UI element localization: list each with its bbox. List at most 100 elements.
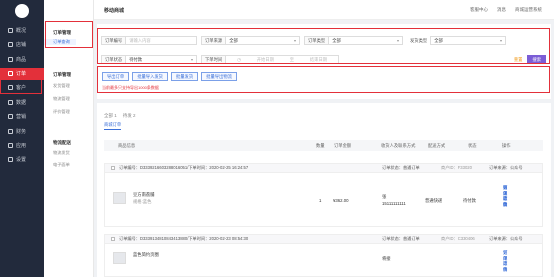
sidebar-item-data[interactable]: 数据 [0,96,44,108]
reset-button[interactable]: 重置 [514,57,523,63]
tab-other-label: 待发 [122,113,132,118]
tab-all-label: 全部 [104,113,113,118]
sidebar-item-label: 商品 [16,56,27,63]
order-biz: 订单状态：普通订单 [382,236,420,241]
order-no: 订单编号：D3339134810843413880/下单时间：2020-02-2… [119,236,249,241]
delivery-value: 全部 [434,37,443,43]
message-link[interactable]: 消息 [497,7,506,13]
export-notice: 当前最多只支持导出1000条数据 [102,85,159,90]
tab-other-count: 2 [133,113,136,118]
source-value-wrap: 全部 ▾ [226,38,299,44]
subnav-item-delivery[interactable]: 物流发货 [44,150,70,156]
sidebar-item-label: 营销 [16,114,27,121]
filter-row-2: 订单状态 待付款 ▾ 下单时间 ◷ 开始日期 至 结束日期 重置 搜索 [101,54,549,65]
goods-thumbnail [113,192,126,204]
order-shop-id: 商户ID：F33020 [441,165,472,170]
main-sidebar: 概况 店铺 商品 订单 客户 数据 营销 财务 应用 设置 [0,0,44,277]
goods-name[interactable]: 蓝色简约页圈 [133,252,159,258]
chevron-down-icon: ▾ [396,38,399,43]
subnav-item-logistics[interactable]: 物流管理 [44,96,70,102]
time-range-values: ◷ 开始日期 至 结束日期 [226,57,338,63]
sidebar-item-label: 财务 [16,128,27,135]
help-link[interactable]: 客服中心 [470,7,488,13]
sidebar-item-label: 概况 [16,27,27,34]
chevron-down-icon: ▾ [499,38,502,43]
sidebar-item-label: 订单 [16,71,27,78]
order-no: 订单编号：D3339216603288016051/下单时间：2020-02-2… [119,165,249,170]
col-qty: 数量 [316,142,325,148]
status-select[interactable]: 订单状态 待付款 ▾ [101,55,197,64]
subnav-item-order-query[interactable]: 订单查询 [44,39,76,45]
filter-row-1: 订单编号 请输入内容 订单来源 全部 ▾ 订单类型 全部 ▾ 发货类型 全部 ▾ [101,35,549,46]
tab-mall-orders[interactable]: 商城订单 [104,122,122,130]
batch-ship-button[interactable]: 批量发货 [170,72,199,81]
time-start: 开始日期 [256,56,274,62]
delivery-select[interactable]: 发货类型 全部 ▾ [407,36,506,45]
close-order-link[interactable]: 关闭订单 [503,250,507,272]
search-button[interactable]: 搜索 [527,55,546,64]
time-range[interactable]: 下单时间 ◷ 开始日期 至 结束日期 [201,55,339,64]
order-no-label: 订单编号 [102,37,127,44]
confirm-payment-link[interactable]: 确认收款 [503,185,507,207]
order-checkbox[interactable] [111,237,115,241]
sidebar-item-overview[interactable]: 概况 [0,24,44,36]
customer-icon [8,85,13,91]
col-shipping: 配送方式 [428,142,446,148]
page-title: 移动商城 [104,8,125,14]
sidebar-item-marketing[interactable]: 营销 [0,111,44,123]
topbar-links: 客服中心 消息 商城运营系统 [470,7,542,13]
order-no-field[interactable]: 订单编号 请输入内容 [101,36,197,45]
order-amount: ¥362.00 [333,198,349,203]
sidebar-item-label: 数据 [16,99,27,106]
col-status: 状态 [468,142,477,148]
calendar-icon: ◷ [237,56,241,62]
top-bar: 移动商城 客服中心 消息 商城运营系统 [94,0,554,20]
subnav-group-title: 物流配送 [53,140,71,145]
status-label: 订单状态 [102,56,127,63]
tab-all[interactable]: 全部 1 [104,113,117,119]
logo-icon [15,4,29,18]
subnav-item-shipping[interactable]: 发货管理 [44,83,70,89]
tab-other[interactable]: 待发 2 [123,113,136,119]
sidebar-item-apps[interactable]: 应用 [0,140,44,152]
export-button[interactable]: 导出订单 [102,72,130,81]
settings-icon [8,157,13,163]
apps-icon [8,143,13,149]
dashboard-icon [8,27,13,33]
order-icon [8,71,13,77]
status-value-wrap: 待付款 ▾ [126,57,196,63]
sidebar-item-label: 客户 [16,85,27,92]
time-label: 下单时间 [202,56,227,63]
type-select[interactable]: 订单类型 全部 ▾ [304,36,403,45]
goods-spec: 规格:蓝色 [133,199,152,204]
source-value: 全部 [229,37,238,43]
col-amount: 订单金额 [334,142,352,148]
goods-name[interactable]: 豆方南荔脯 [133,192,154,198]
subnav-item-waybill[interactable]: 电子面单 [44,162,70,168]
sidebar-item-finance[interactable]: 财务 [0,125,44,137]
batch-export-logistics-button[interactable]: 批量导出物流 [201,72,237,81]
sidebar-item-settings[interactable]: 设置 [0,154,44,166]
receiver-name: 张 [382,194,387,199]
sidebar-item-goods[interactable]: 商品 [0,53,44,65]
sidebar-item-orders[interactable]: 订单 [0,67,44,80]
sidebar-item-customer[interactable]: 客户 [0,82,44,94]
goods-icon [8,56,13,62]
delivery-value-wrap: 全部 ▾ [430,36,506,45]
subnav-item-reviews[interactable]: 评价管理 [44,109,70,115]
order-checkbox[interactable] [111,166,115,170]
data-icon [8,99,13,105]
batch-import-ship-button[interactable]: 批量导入发货 [132,72,168,81]
order-body: 蓝色简约页圈 将接 订单详情 订单改价 关闭订单 [104,244,543,277]
goods-thumbnail [113,252,126,264]
receiver-name: 将接 [382,256,391,261]
account-menu[interactable]: 商城运营系统 [515,7,542,13]
source-select[interactable]: 订单来源 全部 ▾ [201,36,300,45]
marketing-icon [8,114,13,120]
sidebar-item-label: 应用 [16,143,27,150]
order-biz: 订单状态：普通订单 [382,165,420,170]
type-value-wrap: 全部 ▾ [329,38,402,44]
shipping-method: 普通快递 [425,198,443,203]
sidebar-item-label: 店铺 [16,42,27,49]
sidebar-item-shop[interactable]: 店铺 [0,39,44,51]
